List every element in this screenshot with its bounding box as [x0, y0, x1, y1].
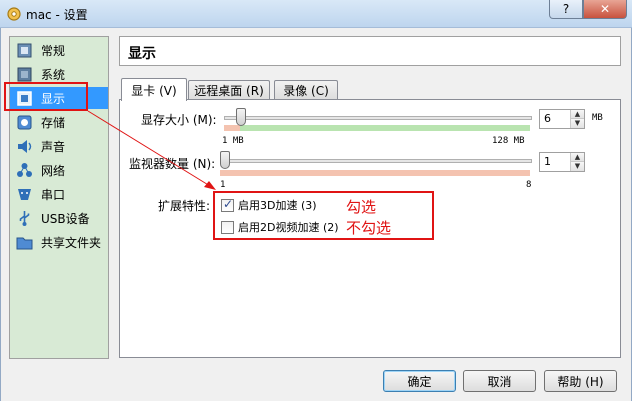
- annotation-uncheck-note: 不勾选: [346, 219, 392, 237]
- tab-remote-display[interactable]: 远程桌面 (R): [188, 80, 270, 100]
- sidebar-item-storage[interactable]: 存储: [10, 111, 108, 133]
- gear-icon: [7, 7, 21, 21]
- increment-button[interactable]: ▲: [571, 153, 584, 162]
- video-memory-max: 128 MB: [492, 136, 525, 146]
- general-icon: [17, 43, 32, 57]
- sidebar-item-label: 系统: [41, 67, 66, 82]
- system-icon: [17, 67, 32, 81]
- video-memory-track: [224, 116, 532, 120]
- tab-recording[interactable]: 录像 (C): [274, 80, 338, 100]
- decrement-button[interactable]: ▼: [571, 162, 584, 171]
- usb-icon: [19, 210, 30, 226]
- monitor-count-track: [220, 159, 532, 163]
- spinbox-arrows: ▲ ▼: [570, 110, 584, 128]
- title-bar: mac - 设置 ? ✕: [0, 0, 632, 28]
- ok-button[interactable]: 确定: [383, 370, 456, 392]
- sidebar-item-label: USB设备: [41, 211, 90, 226]
- page-title: 显示: [128, 46, 156, 62]
- tab-video[interactable]: 显卡 (V): [121, 78, 187, 101]
- decrement-button[interactable]: ▼: [571, 119, 584, 128]
- sidebar-item-usb[interactable]: USB设备: [10, 207, 108, 229]
- annotation-highlight-display: [4, 82, 88, 111]
- video-memory-unit: MB: [592, 113, 603, 123]
- serial-port-icon: [18, 188, 31, 200]
- video-memory-value: 6: [544, 112, 551, 125]
- video-memory-range-ok: [240, 125, 530, 131]
- sidebar-item-label: 存储: [41, 115, 66, 130]
- shared-folder-icon: [16, 237, 33, 249]
- sidebar-item-label: 共享文件夹: [41, 235, 102, 250]
- sidebar-item-label: 常规: [41, 43, 66, 58]
- monitor-count-value: 1: [544, 155, 551, 168]
- network-icon: [17, 162, 32, 177]
- spinbox-arrows: ▲ ▼: [570, 153, 584, 171]
- page-header: 显示: [119, 36, 621, 66]
- video-memory-spinbox[interactable]: 6 ▲ ▼: [539, 109, 585, 129]
- close-button[interactable]: ✕: [583, 0, 627, 19]
- video-memory-min: 1 MB: [222, 136, 244, 146]
- monitor-count-min: 1: [220, 180, 226, 190]
- monitor-count-range: [220, 170, 530, 176]
- monitor-count-max: 8: [526, 180, 532, 190]
- sidebar-item-audio[interactable]: 声音: [10, 135, 108, 157]
- extended-features-label: 扩展特性:: [158, 199, 211, 213]
- sidebar-item-network[interactable]: 网络: [10, 159, 108, 181]
- monitor-count-spinbox[interactable]: 1 ▲ ▼: [539, 152, 585, 172]
- sidebar-item-general[interactable]: 常规: [10, 39, 108, 61]
- sidebar-item-serial-port[interactable]: 串口: [10, 183, 108, 205]
- monitor-count-label: 监视器数量 (N):: [129, 157, 216, 171]
- titlebar-help-button[interactable]: ?: [549, 0, 583, 19]
- cancel-button[interactable]: 取消: [463, 370, 536, 392]
- audio-icon: [18, 139, 32, 153]
- video-memory-label: 显存大小 (M):: [141, 113, 217, 127]
- storage-icon: [17, 115, 32, 129]
- sidebar-item-shared-folders[interactable]: 共享文件夹: [10, 231, 108, 253]
- increment-button[interactable]: ▲: [571, 110, 584, 119]
- video-memory-slider[interactable]: [235, 108, 246, 126]
- sidebar-item-label: 串口: [41, 187, 66, 202]
- sidebar-item-label: 网络: [41, 163, 66, 178]
- annotation-highlight-features: [213, 191, 434, 240]
- video-memory-range-low: [224, 125, 240, 131]
- sidebar-item-label: 声音: [41, 139, 66, 154]
- help-button[interactable]: 帮助 (H): [544, 370, 617, 392]
- monitor-count-slider[interactable]: [220, 151, 230, 169]
- window-title: mac - 设置: [26, 8, 88, 22]
- annotation-check-note: 勾选: [346, 198, 377, 216]
